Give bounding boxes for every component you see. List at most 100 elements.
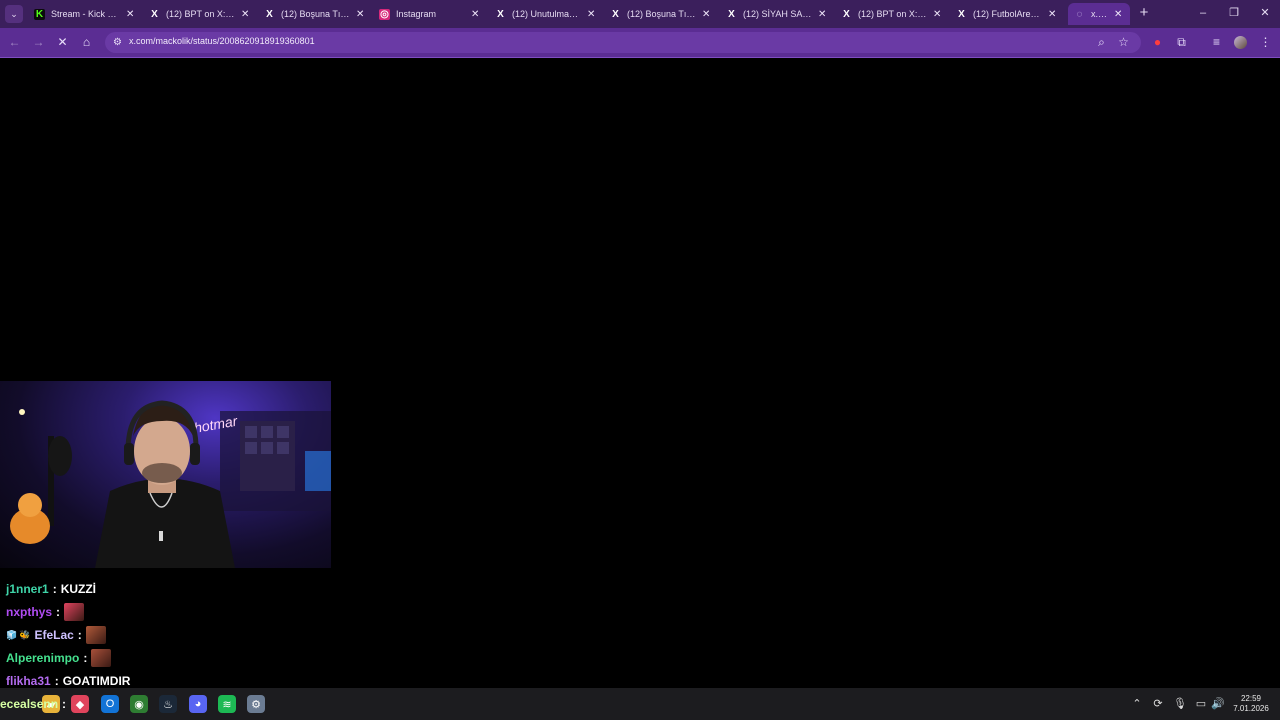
chat-separator: : — [54, 674, 59, 688]
forward-icon[interactable]: → — [30, 34, 47, 51]
chat-emote-icon — [64, 603, 85, 621]
tab-close-icon[interactable]: ✕ — [1114, 9, 1124, 20]
tab-close-icon[interactable]: ✕ — [702, 9, 712, 20]
close-window-button[interactable]: ✕ — [1255, 5, 1275, 21]
chat-emote-icon — [91, 649, 112, 667]
zoom-icon[interactable]: ⌕ — [1093, 34, 1110, 51]
chat-message: 🧊 🐝 EfeLac: — [6, 626, 106, 644]
tab-title: (12) Unutulmaz TV — [512, 9, 581, 19]
stop-loading-icon[interactable]: ✕ — [54, 34, 71, 51]
chat-bottom-line: ecealsenn : — [0, 697, 66, 711]
chat-username[interactable]: j1nner1 — [6, 582, 49, 596]
media-controls-icon[interactable]: ≡ — [1208, 34, 1225, 51]
chat-separator: : — [83, 651, 88, 665]
minimize-button[interactable]: – — [1193, 5, 1213, 21]
chat-message: j1nner1: KUZZİ — [6, 580, 96, 598]
bookmark-star-icon[interactable]: ☆ — [1115, 34, 1132, 51]
extensions-icon[interactable]: ⧉ — [1173, 34, 1190, 51]
system-clock[interactable]: 22:59 7.01.2026 — [1232, 694, 1270, 714]
tab-search-button[interactable]: ⌄ — [5, 5, 23, 23]
tab-title: (12) BPT on X: "Bug — [166, 9, 235, 19]
profile-avatar[interactable] — [1232, 34, 1249, 51]
tab-close-icon[interactable]: ✕ — [933, 9, 943, 20]
tab-title: Stream - Kick Dashb — [51, 9, 120, 19]
discord-icon[interactable]: ◕ — [189, 695, 207, 713]
chat-separator: : — [56, 605, 61, 619]
volume-icon[interactable]: 🔊 — [1211, 696, 1225, 712]
spotify-icon[interactable]: ≋ — [218, 695, 236, 713]
tab-favicon-icon: X — [612, 8, 619, 20]
clock-time: 22:59 — [1240, 694, 1262, 703]
tab-favicon-icon: X — [728, 8, 735, 20]
chat-text: GOATIMDIR — [62, 674, 131, 688]
chat-badges: 🧊 🐝 — [6, 630, 30, 641]
chat-username[interactable]: nxpthys — [6, 605, 52, 619]
chat-message: Alperenimpo: — [6, 649, 112, 667]
tab-title: (12) Boşuna Tıklam — [281, 9, 350, 19]
tab-favicon-icon: X — [266, 8, 273, 20]
chat-username[interactable]: Alperenimpo — [6, 651, 79, 665]
webcam-image: hotmar — [10, 400, 331, 568]
chat-separator: : — [62, 697, 67, 711]
chat-username[interactable]: flikha31 — [6, 674, 51, 688]
tab-favicon-icon: ◎ — [379, 8, 390, 20]
tab-close-icon[interactable]: ✕ — [471, 9, 481, 20]
site-info-icon[interactable]: ⚙ — [110, 35, 125, 50]
tab-close-icon[interactable]: ✕ — [126, 9, 136, 20]
browser-tab[interactable]: ◌ x.com ✕ — [1068, 3, 1130, 25]
chat-text: KUZZİ — [60, 582, 97, 596]
tray-expand-icon[interactable]: ⌃ — [1130, 696, 1144, 712]
display-icon[interactable]: ▭ — [1194, 696, 1208, 712]
tab-title: x.com — [1091, 9, 1108, 19]
badge-icon: 🧊 — [6, 629, 18, 640]
extension-record-icon[interactable]: ● — [1149, 34, 1166, 51]
tab-close-icon[interactable]: ✕ — [241, 9, 251, 20]
tab-title: (12) BPT on X: "Lio — [858, 9, 927, 19]
browser-tab[interactable]: X (12) Boşuna Tıklam ✕ — [258, 3, 372, 25]
chat-username[interactable]: EfeLac — [34, 628, 73, 642]
page-content — [0, 58, 1280, 688]
badge-icon: 🐝 — [19, 629, 31, 640]
browser-tab[interactable]: X (12) FutbolArena on ✕ — [950, 3, 1064, 25]
chat-message: nxpthys: — [6, 603, 85, 621]
tab-close-icon[interactable]: ✕ — [1048, 9, 1058, 20]
tab-favicon-icon: X — [497, 8, 504, 20]
tab-favicon-icon: X — [843, 8, 850, 20]
browser-tab[interactable]: X (12) SİYAH SANCAK ✕ — [720, 3, 834, 25]
address-bar[interactable]: ⚙ x.com/mackolik/status/2008620918919360… — [105, 32, 1141, 53]
app-red-icon[interactable]: ◆ — [71, 695, 89, 713]
browser-tab[interactable]: X (12) Unutulmaz TV ✕ — [489, 3, 603, 25]
browser-tab[interactable]: X (12) BPT on X: "Lio ✕ — [835, 3, 949, 25]
tab-favicon-icon: ◌ — [1076, 8, 1083, 20]
tab-close-icon[interactable]: ✕ — [818, 9, 828, 20]
browser-toolbar: ← → ✕ ⌂ ⚙ x.com/mackolik/status/20086209… — [0, 28, 1280, 57]
taskbar: ▰ ◆ O ◉ ♨ ◕ ≋ ⚙ ⌃ ⟳ 🎙 ▭ 🔊 22:59 7.01.2026 — [0, 688, 1280, 720]
restore-button[interactable]: ❐ — [1224, 5, 1244, 21]
browser-tab[interactable]: X (12) Boşuna Tıklam ✕ — [604, 3, 718, 25]
tab-title: (12) Boşuna Tıklam — [627, 9, 696, 19]
back-icon[interactable]: ← — [6, 34, 23, 51]
browser-tab[interactable]: X (12) BPT on X: "Bug ✕ — [143, 3, 257, 25]
sync-icon[interactable]: ⟳ — [1151, 696, 1165, 712]
chat-separator: : — [52, 582, 57, 596]
chrome-icon[interactable]: ◉ — [130, 695, 148, 713]
browser-tab[interactable]: K Stream - Kick Dashb ✕ — [28, 3, 142, 25]
new-tab-button[interactable]: + — [1136, 5, 1152, 21]
tab-strip: ⌄ K Stream - Kick Dashb ✕ X (12) BPT on X: "… — [0, 0, 1280, 28]
tab-title: (12) FutbolArena on — [973, 9, 1042, 19]
tab-close-icon[interactable]: ✕ — [356, 9, 366, 20]
tab-favicon-icon: K — [34, 8, 45, 20]
url-text[interactable]: x.com/mackolik/status/200862091891936080… — [129, 36, 315, 46]
chat-emote-icon — [85, 626, 106, 644]
tab-close-icon[interactable]: ✕ — [587, 9, 597, 20]
webcam-overlay: hotmar — [0, 381, 331, 568]
home-icon[interactable]: ⌂ — [78, 34, 95, 51]
steam-icon[interactable]: ♨ — [159, 695, 177, 713]
clock-date: 7.01.2026 — [1233, 704, 1269, 713]
settings-icon[interactable]: ⚙ — [247, 695, 265, 713]
browser-tab[interactable]: ◎ Instagram ✕ — [373, 3, 487, 25]
tab-favicon-icon: X — [958, 8, 965, 20]
microphone-icon[interactable]: 🎙 — [1173, 696, 1187, 712]
menu-icon[interactable]: ⋮ — [1257, 34, 1274, 51]
outlook-icon[interactable]: O — [101, 695, 119, 713]
